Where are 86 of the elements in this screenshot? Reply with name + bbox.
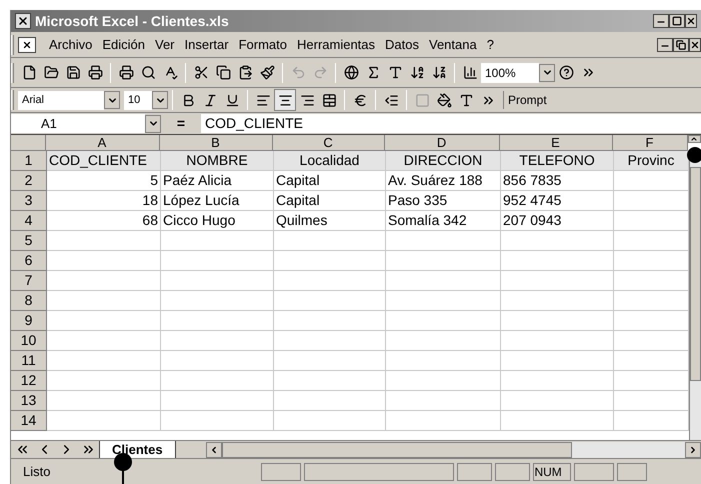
table-cell: 68 <box>47 211 161 231</box>
menu-item[interactable]: Archivo <box>44 34 98 54</box>
close-button[interactable] <box>685 14 697 28</box>
menu-item[interactable]: Insertar <box>180 34 234 54</box>
table-cell: Capital <box>274 171 386 191</box>
prompt-button[interactable]: Prompt <box>503 91 551 109</box>
table-cell: 207 0943 <box>501 211 614 231</box>
scroll-up-button[interactable] <box>688 135 701 143</box>
menu-item[interactable]: Ventana <box>424 34 482 54</box>
row-header[interactable]: 3 <box>11 191 47 211</box>
column-header[interactable]: F <box>612 135 688 151</box>
status-panel <box>495 462 530 480</box>
row-header[interactable]: 4 <box>11 211 47 231</box>
menu-item[interactable]: Formato <box>234 34 292 54</box>
row-header[interactable]: 6 <box>11 251 47 271</box>
maximize-icon <box>672 16 682 26</box>
minimize-button[interactable] <box>657 38 673 52</box>
row-header[interactable]: 7 <box>11 271 47 291</box>
equals-sign: = <box>176 114 186 133</box>
column-header[interactable]: B <box>160 135 273 151</box>
window-title: Microsoft Excel - Clientes.xls <box>35 12 229 30</box>
table-cell: DIRECCION <box>386 151 501 171</box>
column-header[interactable]: D <box>384 135 500 151</box>
status-panel <box>574 462 614 480</box>
column-header[interactable]: A <box>46 135 160 151</box>
maximize-button[interactable] <box>669 14 685 28</box>
name-box[interactable]: A1 <box>11 114 145 133</box>
table-cell: NOMBRE <box>161 151 274 171</box>
font-field[interactable]: Arial <box>18 90 104 110</box>
close-icon <box>686 16 696 26</box>
row-header[interactable]: 10 <box>11 331 47 351</box>
table-cell: Cicco Hugo <box>161 211 274 231</box>
callout-marker <box>685 146 701 164</box>
status-text: Listo <box>23 462 50 481</box>
scrollbar-thumb[interactable] <box>690 167 701 381</box>
scroll-left-button[interactable] <box>206 442 222 458</box>
row-header[interactable]: 5 <box>11 231 47 251</box>
row-header[interactable]: 12 <box>11 371 47 391</box>
menu-item[interactable]: Edición <box>97 34 150 54</box>
sheet-tab[interactable]: Clientes <box>99 440 176 458</box>
formula-field[interactable]: COD_CLIENTE <box>201 114 701 133</box>
row-header[interactable]: 9 <box>11 311 47 331</box>
row-header[interactable]: 14 <box>11 411 47 431</box>
row-header[interactable]: 8 <box>11 291 47 311</box>
table-cell: 952 4745 <box>501 191 614 211</box>
close-icon <box>690 40 700 50</box>
font-size-field[interactable]: 10 <box>124 90 152 110</box>
menu-item[interactable]: ? <box>482 34 499 54</box>
table-cell: Paéz Alicia <box>161 171 274 191</box>
table-cell: Paso 335 <box>386 191 501 211</box>
column-header[interactable]: C <box>272 135 385 151</box>
horizontal-scrollbar[interactable] <box>206 442 701 458</box>
table-cell: 18 <box>47 191 161 211</box>
menu-item[interactable]: Datos <box>380 34 424 54</box>
table-cell: Quilmes <box>274 211 386 231</box>
table-cell: Av. Suárez 188 <box>386 171 501 191</box>
select-all-corner[interactable] <box>11 135 46 151</box>
table-cell: COD_CLIENTE <box>47 151 161 171</box>
row-header[interactable]: 11 <box>11 351 47 371</box>
table-cell: Somalía 342 <box>386 211 501 231</box>
column-header[interactable]: E <box>500 135 613 151</box>
restore-button[interactable] <box>673 38 689 52</box>
table-cell: Provinc <box>614 151 689 171</box>
row-header[interactable]: 2 <box>11 171 47 191</box>
menu-item[interactable]: Ver <box>150 34 180 54</box>
menu-item[interactable]: Herramientas <box>292 34 380 54</box>
status-panel <box>457 462 492 480</box>
row-header[interactable]: 1 <box>11 151 47 171</box>
table-cell: Localidad <box>274 151 386 171</box>
table-cell: López Lucía <box>161 191 274 211</box>
close-button[interactable] <box>689 38 701 52</box>
restore-icon <box>676 40 686 50</box>
status-panel <box>261 462 302 480</box>
scroll-right-button[interactable] <box>685 442 701 458</box>
app-icon <box>15 13 31 29</box>
zoom-field[interactable]: 100% <box>481 62 539 82</box>
align-center-icon[interactable] <box>274 89 296 111</box>
table-cell: 856 7835 <box>501 171 614 191</box>
num-lock-indicator: NUM <box>533 462 572 480</box>
table-cell: 5 <box>47 171 161 191</box>
table-cell: TELEFONO <box>501 151 614 171</box>
table-cell: Capital <box>274 191 386 211</box>
row-header[interactable]: 13 <box>11 391 47 411</box>
document-icon[interactable] <box>18 36 36 52</box>
status-panel <box>617 462 648 480</box>
minimize-button[interactable] <box>653 14 669 28</box>
